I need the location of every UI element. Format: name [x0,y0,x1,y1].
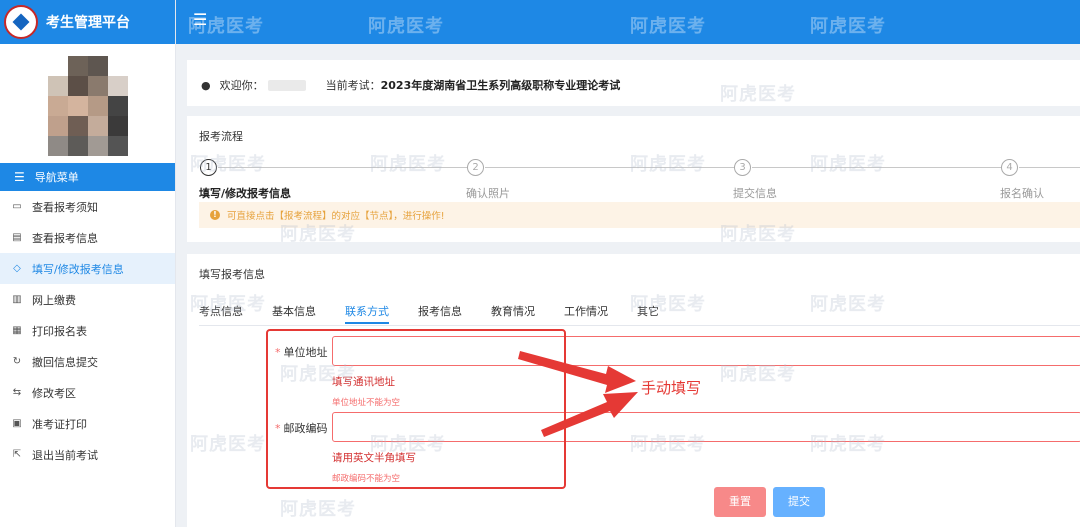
arrow-icon [541,392,638,437]
annotation-arrows [518,351,638,437]
watermark: 阿虎医考 [280,224,356,245]
watermark: 阿虎医考 [630,16,706,37]
watermark: 阿虎医考 [190,434,266,455]
watermark: 阿虎医考 [630,294,706,315]
watermark: 阿虎医考 [370,434,446,455]
watermark: 阿虎医考 [190,294,266,315]
submit-button[interactable]: 提交 [773,487,825,517]
watermark: 阿虎医考 [370,154,446,175]
watermark: 阿虎医考 [720,224,796,245]
watermark: 阿虎医考 [810,154,886,175]
watermark: 阿虎医考 [280,499,356,520]
watermark: 阿虎医考 [720,364,796,385]
watermark: 阿虎医考 [720,84,796,105]
watermark: 阿虎医考 [368,16,444,37]
watermark: 阿虎医考 [630,154,706,175]
watermark: 阿虎医考 [630,434,706,455]
watermark: 阿虎医考 [190,154,266,175]
watermark: 阿虎医考 [810,434,886,455]
arrow-icon [518,351,636,393]
annotation-text: 手动填写 [641,379,702,397]
watermark: 阿虎医考 [188,16,264,37]
reset-button[interactable]: 重置 [714,487,766,517]
watermark: 阿虎医考 [810,16,886,37]
watermark: 阿虎医考 [280,364,356,385]
watermark: 阿虎医考 [810,294,886,315]
